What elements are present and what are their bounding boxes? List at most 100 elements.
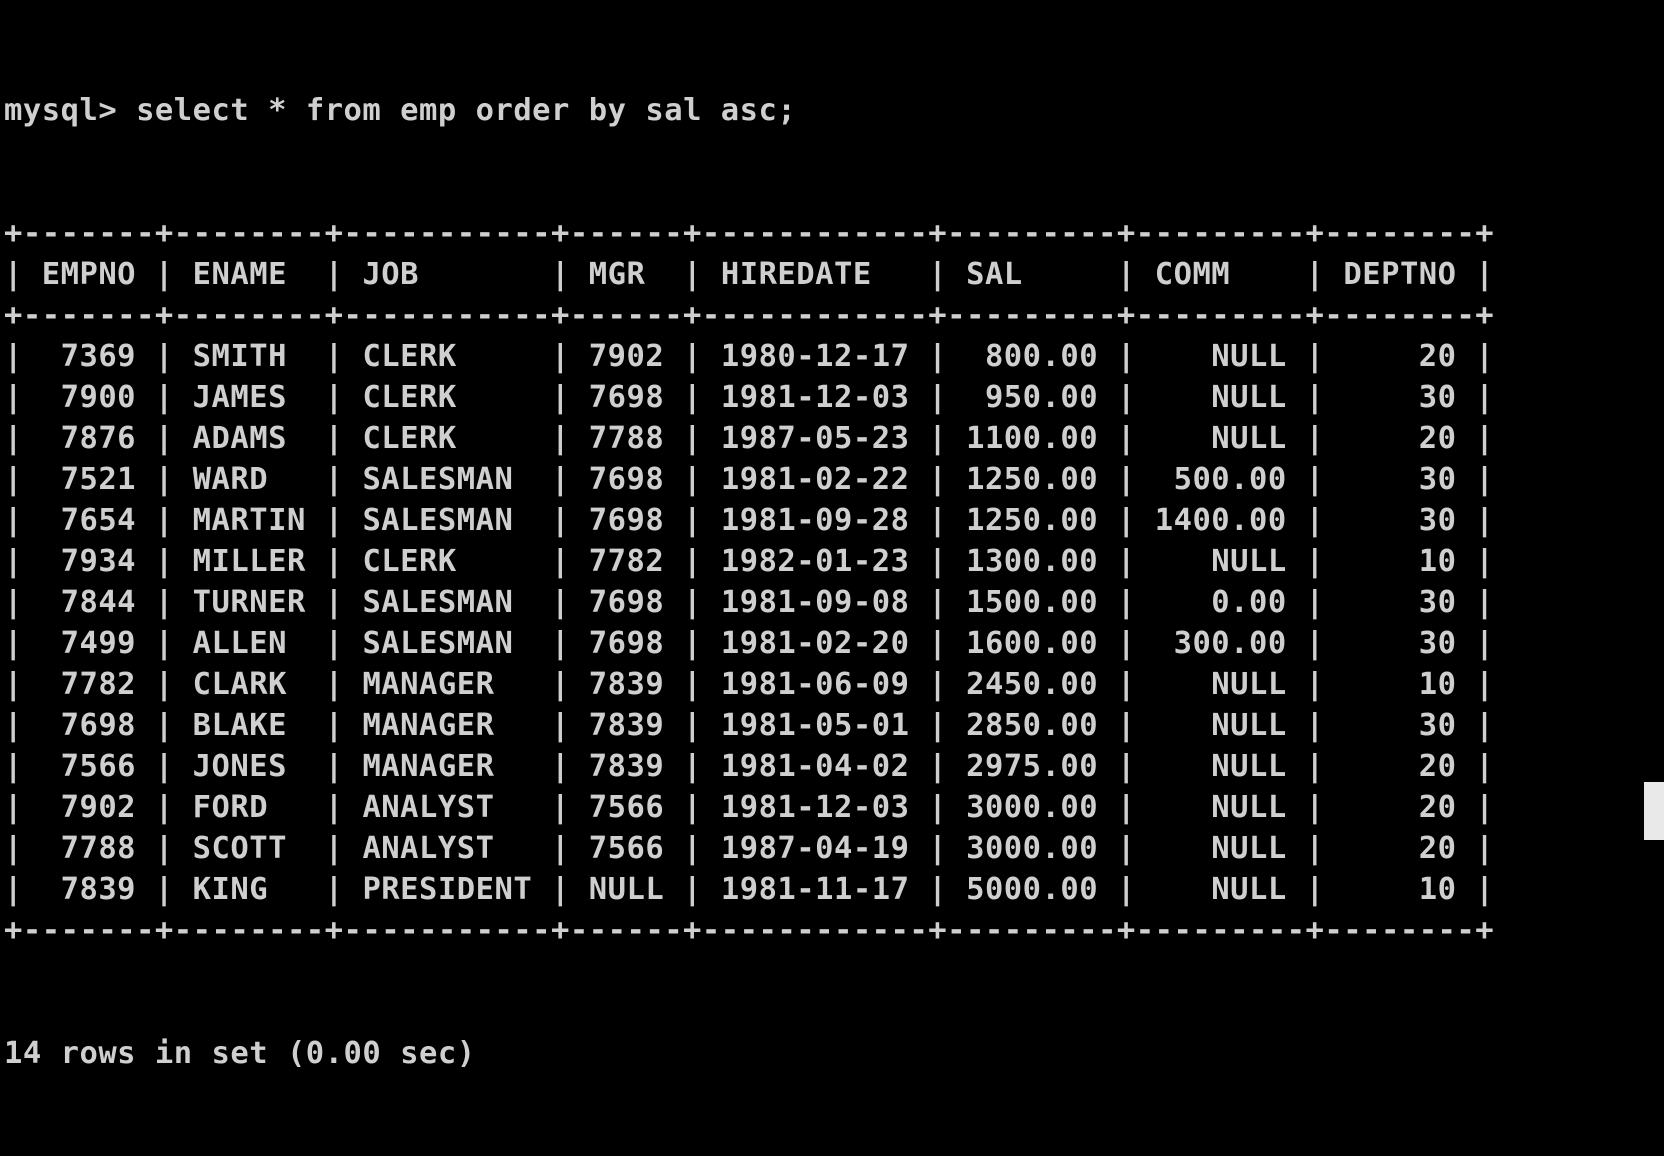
cell-sal: 1500.00: [966, 585, 1099, 620]
table-row: | 7782 | CLARK | MANAGER | 7839 | 1981-0…: [4, 667, 1495, 702]
table-row: | 7902 | FORD | ANALYST | 7566 | 1981-12…: [4, 790, 1495, 825]
cell-job: MANAGER: [362, 749, 533, 784]
result-summary: 14 rows in set (0.00 sec): [4, 1036, 476, 1071]
cell-deptno: 20: [1343, 339, 1457, 374]
cell-empno: 7934: [41, 544, 137, 579]
cell-hiredate: 1981-09-28: [720, 503, 910, 538]
cell-hiredate: 1982-01-23: [720, 544, 910, 579]
cell-mgr: 7698: [588, 626, 665, 661]
cell-ename: SCOTT: [192, 831, 306, 866]
cell-deptno: 20: [1343, 749, 1457, 784]
cell-empno: 7698: [41, 708, 137, 743]
cell-ename: JONES: [192, 749, 306, 784]
console-window[interactable]: mysql> select * from emp order by sal as…: [0, 0, 1664, 1071]
cell-ename: SMITH: [192, 339, 306, 374]
cell-job: CLERK: [362, 339, 533, 374]
cell-empno: 7782: [41, 667, 137, 702]
table-row: | 7839 | KING | PRESIDENT | NULL | 1981-…: [4, 872, 1495, 907]
cell-comm: NULL: [1154, 749, 1287, 784]
column-header-empno: EMPNO: [41, 257, 137, 292]
cell-sal: 2850.00: [966, 708, 1099, 743]
cell-hiredate: 1981-06-09: [720, 667, 910, 702]
cell-deptno: 30: [1343, 708, 1457, 743]
cell-empno: 7902: [41, 790, 137, 825]
cell-sal: 1250.00: [966, 462, 1099, 497]
cell-ename: CLARK: [192, 667, 306, 702]
cell-mgr: 7902: [588, 339, 665, 374]
cell-ename: MARTIN: [192, 503, 306, 538]
cell-empno: 7844: [41, 585, 137, 620]
cell-comm: NULL: [1154, 790, 1287, 825]
cell-ename: ALLEN: [192, 626, 306, 661]
table-row: | 7654 | MARTIN | SALESMAN | 7698 | 1981…: [4, 503, 1495, 538]
cell-hiredate: 1980-12-17: [720, 339, 910, 374]
table-row: | 7369 | SMITH | CLERK | 7902 | 1980-12-…: [4, 339, 1495, 374]
cell-mgr: 7839: [588, 708, 665, 743]
cell-mgr: 7839: [588, 667, 665, 702]
table-row: | 7844 | TURNER | SALESMAN | 7698 | 1981…: [4, 585, 1495, 620]
cell-deptno: 30: [1343, 626, 1457, 661]
cell-comm: NULL: [1154, 708, 1287, 743]
cell-deptno: 30: [1343, 503, 1457, 538]
cell-sal: 1100.00: [966, 421, 1099, 456]
vertical-scrollbar[interactable]: [1636, 0, 1664, 840]
cell-empno: 7654: [41, 503, 137, 538]
column-header-job: JOB: [362, 257, 533, 292]
table-row: | 7566 | JONES | MANAGER | 7839 | 1981-0…: [4, 749, 1495, 784]
cell-mgr: 7698: [588, 503, 665, 538]
cell-job: CLERK: [362, 380, 533, 415]
cell-ename: JAMES: [192, 380, 306, 415]
cell-job: ANALYST: [362, 831, 533, 866]
cell-deptno: 20: [1343, 421, 1457, 456]
cell-hiredate: 1987-04-19: [720, 831, 910, 866]
cell-deptno: 30: [1343, 380, 1457, 415]
cell-mgr: 7839: [588, 749, 665, 784]
cell-empno: 7499: [41, 626, 137, 661]
cell-ename: FORD: [192, 790, 306, 825]
cell-hiredate: 1981-04-02: [720, 749, 910, 784]
column-header-hiredate: HIREDATE: [720, 257, 910, 292]
cell-mgr: 7782: [588, 544, 665, 579]
cell-comm: NULL: [1154, 872, 1287, 907]
cell-hiredate: 1981-12-03: [720, 790, 910, 825]
command-line[interactable]: mysql> select * from emp order by sal as…: [4, 90, 1494, 131]
cell-sal: 3000.00: [966, 831, 1099, 866]
cell-comm: NULL: [1154, 339, 1287, 374]
cell-mgr: 7566: [588, 790, 665, 825]
cell-job: ANALYST: [362, 790, 533, 825]
cell-comm: NULL: [1154, 831, 1287, 866]
cell-deptno: 10: [1343, 667, 1457, 702]
scrollbar-thumb[interactable]: [1644, 782, 1664, 840]
cell-job: CLERK: [362, 544, 533, 579]
table-row: | 7698 | BLAKE | MANAGER | 7839 | 1981-0…: [4, 708, 1495, 743]
cell-job: SALESMAN: [362, 503, 533, 538]
cell-hiredate: 1981-11-17: [720, 872, 910, 907]
cell-job: SALESMAN: [362, 462, 533, 497]
mysql-prompt: mysql>: [4, 93, 118, 128]
column-header-comm: COMM: [1154, 257, 1287, 292]
cell-comm: 0.00: [1154, 585, 1287, 620]
cell-sal: 800.00: [966, 339, 1099, 374]
cell-ename: TURNER: [192, 585, 306, 620]
table-header-row: | EMPNO | ENAME | JOB | MGR | HIREDATE |…: [4, 257, 1495, 292]
cell-job: SALESMAN: [362, 626, 533, 661]
cell-empno: 7900: [41, 380, 137, 415]
cell-hiredate: 1981-02-20: [720, 626, 910, 661]
table-border: +-------+--------+-----------+------+---…: [4, 298, 1495, 333]
cell-job: MANAGER: [362, 667, 533, 702]
table-row: | 7876 | ADAMS | CLERK | 7788 | 1987-05-…: [4, 421, 1495, 456]
table-border: +-------+--------+-----------+------+---…: [4, 913, 1495, 948]
cell-empno: 7788: [41, 831, 137, 866]
cell-empno: 7876: [41, 421, 137, 456]
cell-mgr: NULL: [588, 872, 665, 907]
cell-sal: 950.00: [966, 380, 1099, 415]
result-table: +-------+--------+-----------+------+---…: [4, 213, 1494, 951]
table-border: +-------+--------+-----------+------+---…: [4, 216, 1495, 251]
cell-mgr: 7788: [588, 421, 665, 456]
column-header-sal: SAL: [966, 257, 1099, 292]
cell-job: MANAGER: [362, 708, 533, 743]
cell-empno: 7566: [41, 749, 137, 784]
cell-empno: 7839: [41, 872, 137, 907]
cell-ename: WARD: [192, 462, 306, 497]
cell-ename: MILLER: [192, 544, 306, 579]
